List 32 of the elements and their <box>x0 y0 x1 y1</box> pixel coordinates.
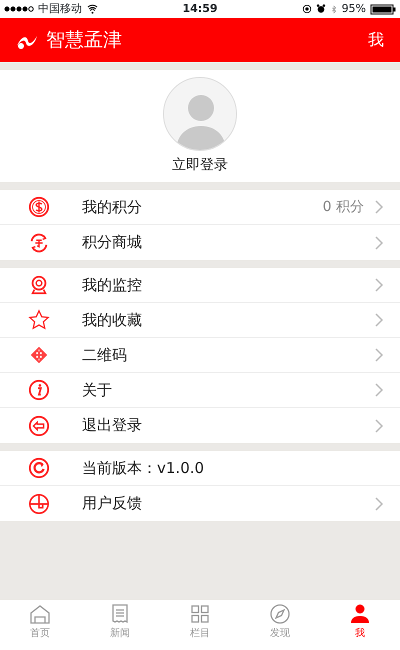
crosshair-circle-icon <box>28 492 50 514</box>
menu-item[interactable]: 我的积分 0 积分 <box>0 190 400 225</box>
person-icon <box>348 602 372 626</box>
battery-icon <box>370 4 396 14</box>
menu-item[interactable]: 我的监控 <box>0 268 400 303</box>
menu-item[interactable]: 关于 <box>0 373 400 408</box>
tab-item[interactable]: 我 <box>320 600 400 650</box>
rotation-lock-icon <box>302 4 312 14</box>
login-link[interactable]: 立即登录 <box>172 154 228 176</box>
app-title: 智慧孟津 <box>46 28 123 53</box>
refresh-icon <box>28 457 50 479</box>
status-time: 14:59 <box>182 0 218 17</box>
qr-code-icon <box>28 344 50 366</box>
points-value: 0 积分 <box>322 198 364 216</box>
wifi-icon <box>86 4 99 14</box>
menu-item[interactable]: 我的收藏 <box>0 303 400 338</box>
menu-item[interactable]: 当前版本：v1.0.0 <box>0 451 400 486</box>
menu-item[interactable]: 用户反馈 <box>0 486 400 521</box>
star-icon <box>28 309 50 331</box>
compass-icon <box>268 602 292 626</box>
battery-percent: 95% <box>342 0 366 17</box>
alarm-icon <box>316 4 326 14</box>
profile-link[interactable]: 我 <box>368 28 384 52</box>
info-icon <box>28 379 50 401</box>
menu-item[interactable]: 二维码 <box>0 338 400 373</box>
bluetooth-icon <box>330 4 338 14</box>
carrier-name: 中国移动 <box>38 0 82 17</box>
menu-item[interactable]: 积分商城 <box>0 225 400 260</box>
dollar-coin-icon <box>28 196 50 218</box>
menu-item[interactable]: 退出登录 <box>0 408 400 443</box>
coin-exchange-icon <box>28 232 50 254</box>
signal-icon <box>4 5 34 13</box>
